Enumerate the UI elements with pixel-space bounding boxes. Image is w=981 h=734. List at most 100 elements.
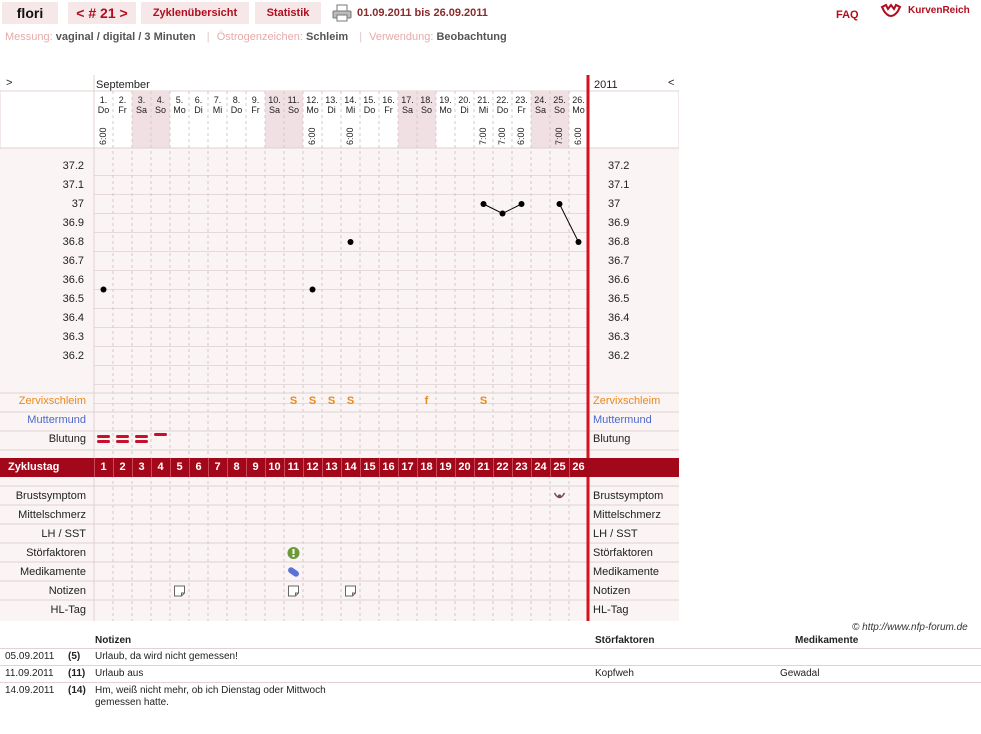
temperature-point (575, 239, 582, 245)
cycle-chart: > < September 2011 Zyklustag 1 2 3 4 5 6 7 8 9 10… (0, 75, 679, 621)
printer-icon[interactable] (332, 4, 352, 22)
y-tick-label-right: 36.5 (608, 293, 630, 305)
measure-time: 6:00 (516, 127, 526, 145)
day-number: 6. (194, 95, 203, 105)
user-tab[interactable]: flori (2, 2, 58, 24)
prev-arrow[interactable]: > (6, 77, 12, 89)
day-number: 1. (99, 95, 108, 105)
note-text: Hm, weiß nicht mehr, ob ich Dienstag ode… (95, 685, 326, 708)
cycle-day-number: 1 (100, 461, 107, 473)
note-disturbance: Kopfweh (595, 668, 634, 679)
bleeding-mark (135, 440, 148, 443)
y-tick-label-right: 36.9 (608, 217, 630, 229)
symptom-row-label-right: Störfaktoren (593, 547, 653, 559)
measure-time: 7:00 (478, 127, 488, 145)
y-tick-label: 36.6 (62, 274, 84, 286)
day-number: 22. (496, 95, 509, 105)
measure-value: vaginal / digital / 3 Minuten (55, 31, 196, 43)
next-arrow[interactable]: < (668, 77, 674, 89)
weekday-label: Do (230, 105, 243, 115)
measure-time: 6:00 (345, 127, 355, 145)
note-cycle-day: (5) (68, 651, 81, 662)
note-cycle-day: (14) (68, 685, 86, 696)
cycle-day-bar: Zyklustag 1 2 3 4 5 6 7 8 9 10 11 12 13 14 15 16 17 18 19 2… (0, 458, 679, 477)
temperature-point (100, 286, 107, 293)
tab-statistics[interactable]: Statistik (255, 2, 321, 24)
bleeding-mark (116, 440, 129, 443)
row-label-cervix: Zervixschleim (18, 395, 86, 407)
cervix-mark: f (424, 395, 429, 407)
measure-time: 6:00 (98, 127, 108, 145)
y-tick-label-right: 36.7 (608, 255, 630, 267)
y-tick-label-right: 37.1 (608, 179, 630, 191)
estrogen-label: Östrogenzeichen: (216, 31, 303, 43)
weekday-label: So (154, 105, 166, 115)
weekday-label: Mo (173, 105, 186, 115)
measure-time: 6:00 (307, 127, 317, 145)
weekday-label: Mi (212, 105, 223, 115)
cervix-mark: S (308, 395, 317, 407)
cycle-nav[interactable]: < # 21 > (68, 2, 136, 24)
use-value: Beobachtung (436, 31, 507, 43)
weekday-label: Sa (268, 105, 280, 115)
cycle-day-number: 13 (325, 461, 338, 473)
logo-text: KurvenReich (908, 5, 970, 16)
cycle-day-number: 25 (553, 461, 566, 473)
cycle-day-number: 19 (439, 461, 452, 473)
weekday-label: Do (363, 105, 376, 115)
date-range: 01.09.2011 bis 26.09.2011 (357, 7, 488, 19)
temperature-point (499, 210, 506, 217)
weekday-label: So (420, 105, 432, 115)
note-date: 05.09.2011 (5, 651, 55, 662)
day-number: 19. (439, 95, 452, 105)
y-tick-label-right: 36.6 (608, 274, 630, 286)
symptom-row-label: Störfaktoren (26, 547, 86, 559)
weekday-label: Di (194, 105, 203, 115)
day-number: 25. (553, 95, 566, 105)
symptom-row-label-right: Brustsymptom (593, 490, 664, 502)
measure-label: Messung: (5, 31, 53, 43)
symptom-row-label: Medikamente (19, 566, 86, 578)
day-number: 23. (515, 95, 528, 105)
tab-cycle-overview[interactable]: Zyklenübersicht (141, 2, 249, 24)
copyright[interactable]: © http://www.nfp-forum.de (852, 622, 968, 633)
y-tick-label: 37.2 (62, 160, 84, 172)
use-label: Verwendung: (369, 31, 434, 43)
weekday-label: Sa (401, 105, 413, 115)
note-date: 11.09.2011 (5, 668, 54, 679)
symptom-row-label-right: LH / SST (593, 528, 638, 540)
day-number: 21. (477, 95, 490, 105)
day-number: 8. (232, 95, 241, 105)
cervix-mark: S (289, 395, 298, 407)
measure-time: 6:00 (573, 127, 583, 145)
weekday-label: Di (460, 105, 469, 115)
y-tick-label-right: 36.8 (608, 236, 630, 248)
weekday-label: Mo (306, 105, 319, 115)
weekday-label: So (553, 105, 565, 115)
estrogen-value: Schleim (306, 31, 349, 43)
symptom-row-label-right: Medikamente (593, 566, 660, 578)
cycle-day-number: 9 (252, 461, 259, 473)
cycle-day-number: 11 (287, 461, 300, 473)
cycle-day-number: 26 (572, 461, 585, 473)
day-number: 12. (306, 95, 319, 105)
weekday-label: Fr (517, 105, 526, 115)
weekday-label: Fr (384, 105, 393, 115)
heart-logo-icon (880, 3, 902, 17)
measurement-info: Messung: vaginal / digital / 3 Minuten |… (5, 31, 507, 43)
day-number: 17. (401, 95, 414, 105)
symptom-row-label-right: Mittelschmerz (593, 509, 661, 521)
note-date: 14.09.2011 (5, 685, 55, 696)
cycle-day-number: 8 (233, 461, 240, 473)
weekday-label: Fr (118, 105, 127, 115)
notes-header: Notizen (95, 635, 132, 646)
cycle-day-number: 7 (214, 461, 221, 473)
cycle-day-number: 24 (534, 461, 547, 473)
symptom-row-label: Mittelschmerz (18, 509, 86, 521)
faq-link[interactable]: FAQ (836, 9, 859, 21)
y-tick-label-right: 36.4 (608, 312, 630, 324)
y-tick-label: 36.2 (62, 350, 84, 362)
note-text: Urlaub, da wird nicht gemessen! (95, 651, 238, 662)
day-number: 2. (118, 95, 127, 105)
cervix-mark: S (346, 395, 355, 407)
